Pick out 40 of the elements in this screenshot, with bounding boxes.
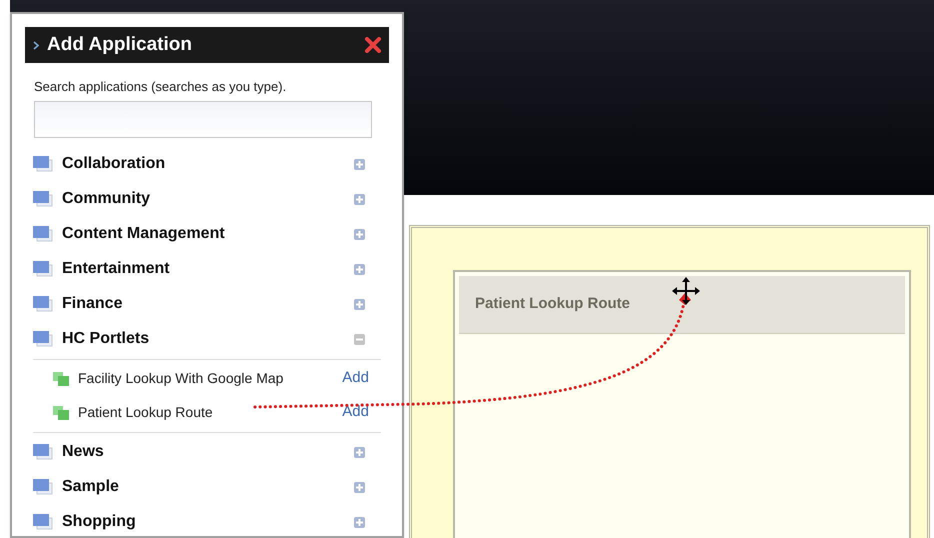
folder-icon: [33, 331, 53, 347]
category-label[interactable]: Community: [62, 187, 354, 211]
application-label: Facility Lookup With Google Map: [78, 369, 284, 388]
panel-title: Add Application: [47, 32, 193, 57]
expand-icon[interactable]: [354, 446, 365, 458]
search-field[interactable]: [34, 100, 372, 138]
folder-icon: [33, 514, 53, 530]
add-link[interactable]: Add: [342, 367, 369, 390]
folder-icon: [33, 261, 53, 277]
category-label[interactable]: Finance: [62, 292, 354, 316]
category-label[interactable]: Content Management: [62, 222, 354, 246]
category-label[interactable]: Shopping: [62, 510, 354, 534]
app-icon: [53, 406, 69, 420]
collapse-icon[interactable]: [354, 334, 365, 344]
expand-icon[interactable]: [354, 482, 365, 492]
search-label: Search applications (searches as you type).: [34, 78, 288, 96]
move-cursor-icon: [672, 277, 700, 305]
category-label[interactable]: News: [62, 440, 354, 464]
folder-icon: [33, 191, 53, 207]
expand-icon[interactable]: [354, 228, 365, 240]
chevron-icon: [33, 40, 39, 50]
add-link[interactable]: Add: [342, 401, 369, 424]
portlet-title: Patient Lookup Route: [475, 294, 630, 314]
category-label[interactable]: Collaboration: [62, 152, 354, 176]
folder-icon: [33, 444, 53, 460]
expand-icon[interactable]: [354, 516, 365, 528]
expand-icon[interactable]: [354, 298, 365, 310]
close-icon[interactable]: [365, 37, 381, 53]
category-label[interactable]: Entertainment: [62, 257, 354, 281]
application-label: Patient Lookup Route: [78, 403, 214, 422]
folder-icon: [33, 156, 53, 172]
folder-icon: [33, 226, 53, 242]
expand-icon[interactable]: [354, 264, 365, 274]
category-label[interactable]: Sample: [62, 475, 354, 499]
folder-icon: [33, 479, 53, 495]
category-label[interactable]: HC Portlets: [62, 327, 354, 351]
folder-icon: [33, 296, 53, 312]
app-icon: [53, 372, 69, 386]
expand-icon[interactable]: [354, 194, 365, 204]
expand-icon[interactable]: [354, 158, 365, 170]
